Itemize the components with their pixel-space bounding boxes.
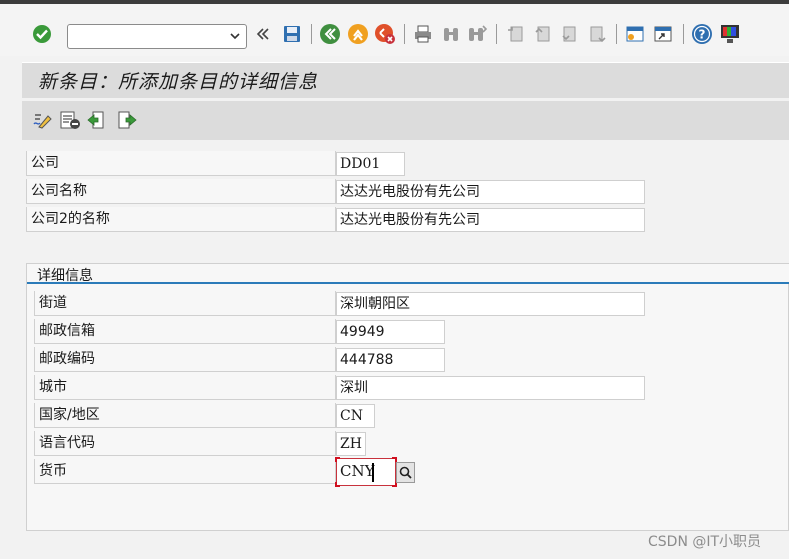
screen-title-bar: 新条目：所添加条目的详细信息 bbox=[22, 62, 789, 98]
currency-label: 货币 bbox=[34, 459, 336, 484]
toolbar-separator bbox=[496, 24, 497, 44]
country-label: 国家/地区 bbox=[34, 403, 336, 428]
field-row-language: 语言代码 ZH bbox=[34, 431, 646, 457]
help-icon[interactable]: ? bbox=[691, 23, 713, 45]
field-row-city: 城市 深圳 bbox=[34, 375, 646, 401]
find-icon[interactable] bbox=[440, 23, 462, 45]
city-field[interactable]: 深圳 bbox=[336, 376, 645, 400]
field-row-company-name-2: 公司2的名称 达达光电股份有先公司 bbox=[26, 207, 646, 233]
focus-corner bbox=[335, 482, 340, 487]
find-next-icon[interactable] bbox=[466, 23, 488, 45]
language-field[interactable]: ZH bbox=[336, 432, 366, 456]
toolbar-separator bbox=[683, 24, 684, 44]
company-name-2-field[interactable]: 达达光电股份有先公司 bbox=[336, 208, 645, 232]
customize-layout-icon[interactable] bbox=[719, 23, 741, 45]
toolbar-separator bbox=[404, 24, 405, 44]
text-cursor bbox=[372, 463, 374, 482]
details-group-title: 详细信息 bbox=[37, 268, 93, 284]
back-icon[interactable] bbox=[319, 23, 341, 45]
enter-icon[interactable] bbox=[31, 23, 53, 45]
page-title: 新条目：所添加条目的详细信息 bbox=[38, 71, 319, 93]
currency-field[interactable]: CNY bbox=[335, 457, 397, 487]
previous-entry-icon[interactable] bbox=[86, 109, 108, 131]
new-session-icon[interactable] bbox=[624, 23, 646, 45]
print-icon[interactable] bbox=[412, 23, 434, 45]
command-field[interactable] bbox=[67, 24, 247, 49]
last-page-icon[interactable] bbox=[586, 23, 608, 45]
postal-code-label: 邮政编码 bbox=[34, 347, 336, 372]
po-box-field[interactable]: 49949 bbox=[336, 320, 445, 344]
field-row-po-box: 邮政信箱 49949 bbox=[34, 319, 646, 345]
standard-toolbar: ? bbox=[0, 4, 789, 56]
field-row-company: 公司 DD01 bbox=[26, 151, 646, 177]
exit-icon[interactable] bbox=[347, 23, 369, 45]
toolbar-separator bbox=[311, 24, 312, 44]
next-page-icon[interactable] bbox=[559, 23, 581, 45]
back-double-icon[interactable] bbox=[254, 23, 272, 45]
magnifier-icon bbox=[399, 466, 412, 479]
country-field[interactable]: CN bbox=[336, 404, 375, 428]
delete-icon[interactable] bbox=[59, 109, 81, 131]
save-icon[interactable] bbox=[281, 23, 303, 45]
watermark-text: CSDN @IT小职员 bbox=[648, 534, 762, 550]
company-label: 公司 bbox=[26, 151, 336, 176]
application-toolbar bbox=[22, 101, 789, 140]
svg-text:?: ? bbox=[699, 28, 706, 42]
next-entry-icon[interactable] bbox=[116, 109, 138, 131]
shortcut-icon[interactable] bbox=[652, 23, 674, 45]
chevron-down-icon[interactable] bbox=[227, 28, 243, 45]
street-field[interactable]: 深圳朝阳区 bbox=[336, 292, 645, 316]
street-label: 街道 bbox=[34, 291, 336, 316]
company-name-label: 公司名称 bbox=[26, 179, 336, 204]
field-row-street: 街道 深圳朝阳区 bbox=[34, 291, 646, 317]
city-label: 城市 bbox=[34, 375, 336, 400]
currency-value: CNY bbox=[340, 462, 375, 480]
details-group-header: 详细信息 bbox=[27, 264, 789, 284]
postal-code-field[interactable]: 444788 bbox=[336, 348, 445, 372]
command-input[interactable] bbox=[72, 27, 222, 46]
company-code-field[interactable]: DD01 bbox=[336, 152, 405, 176]
company-name-field[interactable]: 达达光电股份有先公司 bbox=[336, 180, 645, 204]
field-row-postal-code: 邮政编码 444788 bbox=[34, 347, 646, 373]
display-change-icon[interactable] bbox=[32, 109, 54, 131]
company-name-2-label: 公司2的名称 bbox=[26, 207, 336, 232]
field-row-company-name: 公司名称 达达光电股份有先公司 bbox=[26, 179, 646, 205]
cancel-icon[interactable] bbox=[374, 23, 396, 45]
field-row-country: 国家/地区 CN bbox=[34, 403, 646, 429]
po-box-label: 邮政信箱 bbox=[34, 319, 336, 344]
search-help-button[interactable] bbox=[396, 462, 415, 483]
previous-page-icon[interactable] bbox=[532, 23, 554, 45]
language-label: 语言代码 bbox=[34, 431, 336, 456]
first-page-icon[interactable] bbox=[505, 23, 527, 45]
toolbar-separator bbox=[616, 24, 617, 44]
